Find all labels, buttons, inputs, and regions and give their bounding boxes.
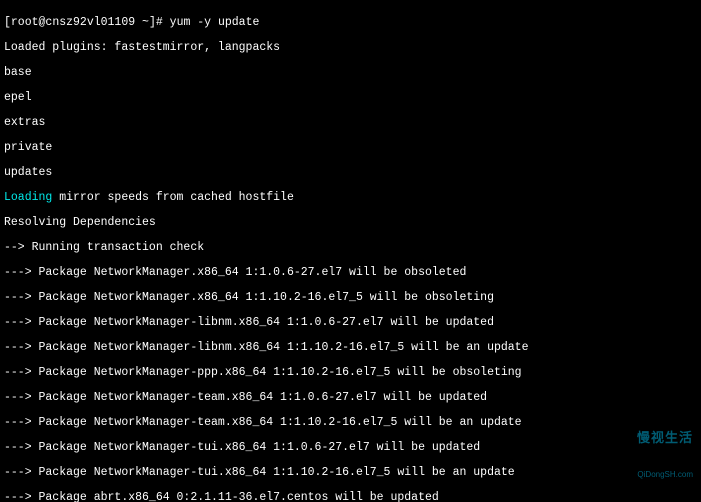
- loading-word: Loading: [4, 191, 52, 204]
- package-line: ---> Package abrt.x86_64 0:2.1.11-36.el7…: [4, 492, 697, 502]
- bracket-close: ]#: [149, 16, 170, 29]
- watermark-cn: 慢视生活: [637, 432, 693, 445]
- repo-line: private: [4, 142, 697, 155]
- prompt-user: root: [11, 16, 39, 29]
- package-line: ---> Package NetworkManager-libnm.x86_64…: [4, 317, 697, 330]
- prompt-line: [root@cnsz92vl01109 ~]# yum -y update: [4, 17, 697, 30]
- terminal-output[interactable]: [root@cnsz92vl01109 ~]# yum -y update Lo…: [0, 0, 701, 502]
- repo-line: epel: [4, 92, 697, 105]
- plugins-line: Loaded plugins: fastestmirror, langpacks: [4, 42, 697, 55]
- package-line: ---> Package NetworkManager-ppp.x86_64 1…: [4, 367, 697, 380]
- transaction-check-line: --> Running transaction check: [4, 242, 697, 255]
- package-line: ---> Package NetworkManager.x86_64 1:1.1…: [4, 292, 697, 305]
- package-line: ---> Package NetworkManager.x86_64 1:1.0…: [4, 267, 697, 280]
- package-line: ---> Package NetworkManager-tui.x86_64 1…: [4, 467, 697, 480]
- repo-line: base: [4, 67, 697, 80]
- package-line: ---> Package NetworkManager-team.x86_64 …: [4, 417, 697, 430]
- loading-line: Loading mirror speeds from cached hostfi…: [4, 192, 697, 205]
- command-text: yum -y update: [170, 16, 260, 29]
- bracket-open: [: [4, 16, 11, 29]
- loading-rest: mirror speeds from cached hostfile: [52, 191, 294, 204]
- resolving-line: Resolving Dependencies: [4, 217, 697, 230]
- package-line: ---> Package NetworkManager-libnm.x86_64…: [4, 342, 697, 355]
- watermark: 慢视生活 QiDongSH.com: [637, 407, 693, 495]
- repo-line: updates: [4, 167, 697, 180]
- watermark-en: QiDongSH.com: [637, 469, 693, 482]
- prompt-cwd: ~: [135, 16, 149, 29]
- package-line: ---> Package NetworkManager-tui.x86_64 1…: [4, 442, 697, 455]
- repo-line: extras: [4, 117, 697, 130]
- package-line: ---> Package NetworkManager-team.x86_64 …: [4, 392, 697, 405]
- prompt-host: cnsz92vl01109: [45, 16, 135, 29]
